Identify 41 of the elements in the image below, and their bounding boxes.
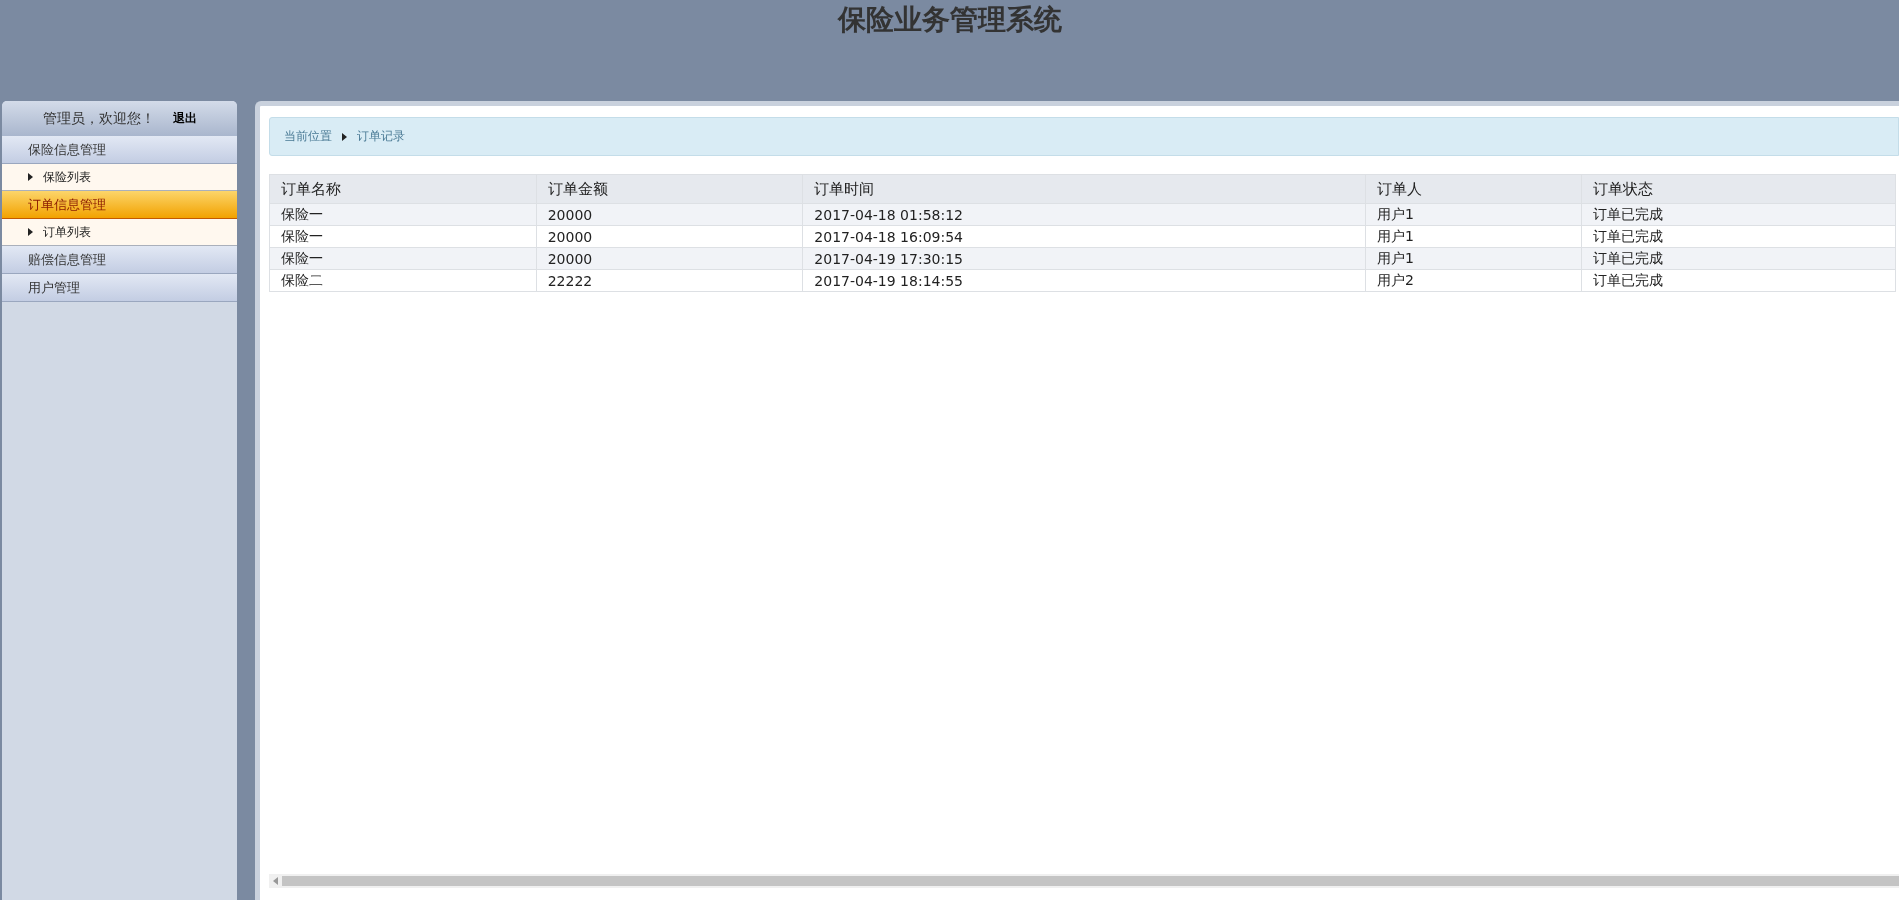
column-header: 订单状态: [1581, 174, 1896, 204]
table-cell: 20000: [536, 247, 803, 270]
table-cell: 20000: [536, 225, 803, 248]
table-cell: 订单已完成: [1581, 269, 1896, 292]
table-cell: 2017-04-18 01:58:12: [802, 203, 1366, 226]
table-cell: 保险一: [269, 225, 537, 248]
menu-item[interactable]: 保险列表: [2, 164, 237, 191]
table-cell: 订单已完成: [1581, 225, 1896, 248]
table-cell: 22222: [536, 269, 803, 292]
table-cell: 2017-04-19 17:30:15: [802, 247, 1366, 270]
column-header: 订单金额: [536, 174, 803, 204]
table-cell: 用户1: [1365, 247, 1582, 270]
column-header: 订单人: [1365, 174, 1582, 204]
column-header: 订单名称: [269, 174, 537, 204]
menu-group[interactable]: 赔偿信息管理: [2, 246, 237, 274]
menu-group[interactable]: 保险信息管理: [2, 136, 237, 164]
caret-icon: [28, 228, 33, 236]
table-cell: 订单已完成: [1581, 247, 1896, 270]
horizontal-scrollbar[interactable]: [269, 874, 1899, 888]
table-cell: 2017-04-18 16:09:54: [802, 225, 1366, 248]
menu-group[interactable]: 订单信息管理: [2, 191, 237, 219]
table-cell: 保险一: [269, 203, 537, 226]
menu-group[interactable]: 用户管理: [2, 274, 237, 302]
table-cell: 用户2: [1365, 269, 1582, 292]
table-cell: 用户1: [1365, 225, 1582, 248]
breadcrumb-current[interactable]: 订单记录: [357, 128, 405, 145]
app-title: 保险业务管理系统: [837, 2, 1062, 38]
column-header: 订单时间: [802, 174, 1366, 204]
logout-link[interactable]: 退出: [172, 110, 197, 127]
table-cell: 保险一: [269, 247, 537, 270]
scroll-left-icon[interactable]: [273, 877, 278, 885]
table-cell: 20000: [536, 203, 803, 226]
menu-item[interactable]: 订单列表: [2, 219, 237, 246]
table-cell: 2017-04-19 18:14:55: [802, 269, 1366, 292]
caret-icon: [342, 132, 347, 141]
table-cell: 保险二: [269, 269, 537, 292]
breadcrumb-label: 当前位置: [284, 128, 332, 145]
table-cell: 订单已完成: [1581, 203, 1896, 226]
table-cell: 用户1: [1365, 203, 1582, 226]
caret-icon: [28, 173, 33, 181]
welcome-text: 管理员，欢迎您！: [42, 109, 155, 128]
